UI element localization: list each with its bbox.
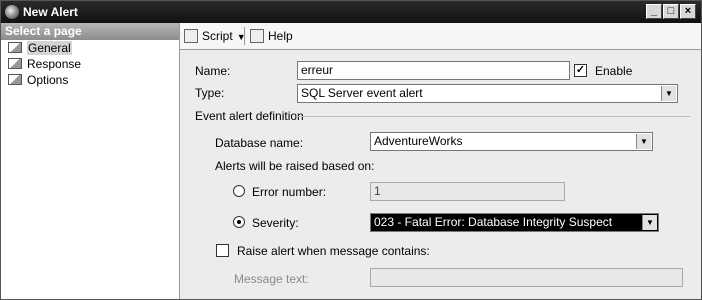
type-label: Type: — [195, 86, 225, 100]
event-alert-definition-heading: Event alert definition — [195, 109, 304, 123]
section-divider — [296, 116, 690, 117]
chevron-down-icon[interactable]: ▼ — [642, 215, 657, 230]
chevron-down-icon[interactable]: ▼ — [636, 134, 651, 149]
type-select[interactable]: SQL Server event alert ▼ — [297, 84, 678, 103]
toolbar-separator — [244, 27, 245, 45]
message-text-label: Message text: — [234, 272, 309, 286]
minimize-button[interactable]: _ — [646, 4, 662, 19]
toolbar: Script ▼ Help — [180, 23, 701, 50]
name-label: Name: — [195, 64, 231, 78]
enable-checkbox[interactable]: ✓ — [574, 64, 587, 77]
page-icon — [8, 74, 22, 85]
new-alert-window: New Alert _ □ × Select a page General Re… — [0, 0, 702, 300]
sidebar-item-label: Response — [27, 57, 82, 71]
page-icon — [8, 42, 22, 53]
message-text-input[interactable] — [370, 268, 683, 287]
name-input[interactable]: erreur — [297, 61, 570, 80]
severity-radio[interactable] — [233, 216, 245, 228]
raise-alert-checkbox[interactable] — [216, 244, 229, 257]
error-number-input[interactable]: 1 — [370, 182, 565, 201]
title-bar: New Alert _ □ × — [1, 1, 701, 23]
page-selector-pane: Select a page General Response Options — [1, 23, 180, 299]
close-button[interactable]: × — [680, 4, 696, 19]
script-button[interactable]: Script ▼ — [184, 28, 246, 44]
help-label: Help — [268, 29, 293, 43]
script-label: Script — [202, 29, 233, 43]
chevron-down-icon[interactable]: ▼ — [661, 86, 676, 101]
database-select[interactable]: AdventureWorks ▼ — [370, 132, 653, 151]
raise-alert-label: Raise alert when message contains: — [237, 244, 430, 258]
sidebar-item-response[interactable]: Response — [1, 56, 179, 72]
sidebar-item-label: Options — [27, 73, 69, 87]
severity-label: Severity: — [252, 216, 299, 230]
alerts-based-on-label: Alerts will be raised based on: — [215, 159, 375, 173]
window-title: New Alert — [23, 5, 78, 19]
type-value: SQL Server event alert — [301, 86, 423, 100]
maximize-button[interactable]: □ — [663, 4, 679, 19]
severity-value: 023 - Fatal Error: Database Integrity Su… — [374, 215, 613, 229]
error-number-radio[interactable] — [233, 185, 245, 197]
page-selector-header: Select a page — [1, 23, 179, 40]
script-icon — [184, 29, 198, 43]
help-icon — [250, 29, 264, 43]
sidebar-item-label: General — [27, 41, 72, 55]
app-icon — [5, 5, 19, 19]
alert-form: Name: erreur ✓ Enable Type: SQL Server e… — [180, 50, 701, 299]
sidebar-item-general[interactable]: General — [1, 40, 179, 56]
enable-label: Enable — [595, 64, 633, 78]
page-icon — [8, 58, 22, 69]
help-button[interactable]: Help — [250, 28, 293, 44]
general-page-pane: Script ▼ Help Name: erreur ✓ Enable Type:… — [180, 23, 701, 299]
sidebar-item-options[interactable]: Options — [1, 72, 179, 88]
severity-select[interactable]: 023 - Fatal Error: Database Integrity Su… — [370, 213, 659, 232]
database-value: AdventureWorks — [374, 134, 463, 148]
database-name-label: Database name: — [215, 136, 304, 150]
error-number-label: Error number: — [252, 185, 327, 199]
